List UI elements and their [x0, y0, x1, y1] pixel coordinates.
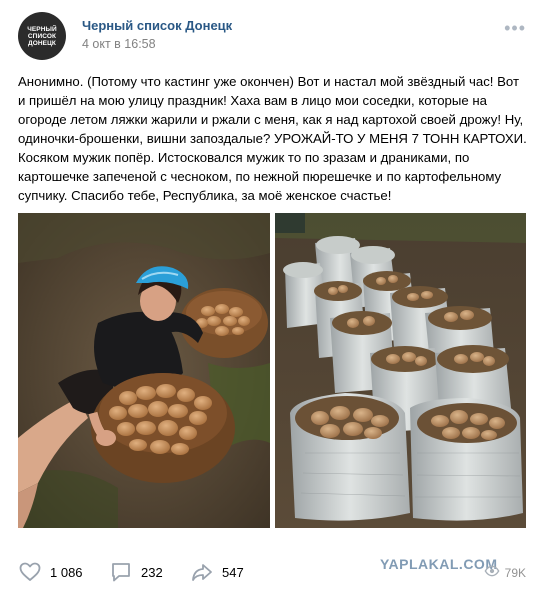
- avatar-line-1: Черный: [27, 25, 57, 33]
- avatar-line-3: Донецк: [27, 39, 57, 47]
- like-button[interactable]: 1 086: [18, 560, 83, 584]
- comment-count: 232: [141, 564, 163, 580]
- post-text: Анонимно. (Потому что кастинг уже оконче…: [18, 74, 527, 203]
- post-actions: 1 086 232 547 79K: [18, 560, 528, 584]
- group-name-link[interactable]: Черный список Донецк: [82, 18, 232, 33]
- post-header: Черный список Донецк Черный список Донец…: [18, 12, 528, 60]
- post-photo-potato-sacks[interactable]: [275, 213, 526, 528]
- eye-icon: [484, 563, 500, 582]
- group-avatar[interactable]: Черный список Донецк: [18, 12, 66, 60]
- share-count: 547: [222, 564, 244, 580]
- post-date[interactable]: 4 окт в 16:58: [82, 37, 156, 51]
- heart-icon: [18, 560, 42, 584]
- post-photo-woman-potatoes[interactable]: [18, 213, 270, 528]
- views-counter: 79K: [484, 563, 526, 582]
- comment-icon: [109, 560, 133, 584]
- share-button[interactable]: 547: [190, 560, 244, 584]
- comment-button[interactable]: 232: [109, 560, 163, 584]
- like-count: 1 086: [50, 564, 83, 580]
- share-icon: [190, 560, 214, 584]
- views-count: 79K: [504, 565, 526, 580]
- avatar-line-2: список: [27, 32, 57, 40]
- more-horizontal-icon[interactable]: •••: [504, 18, 526, 39]
